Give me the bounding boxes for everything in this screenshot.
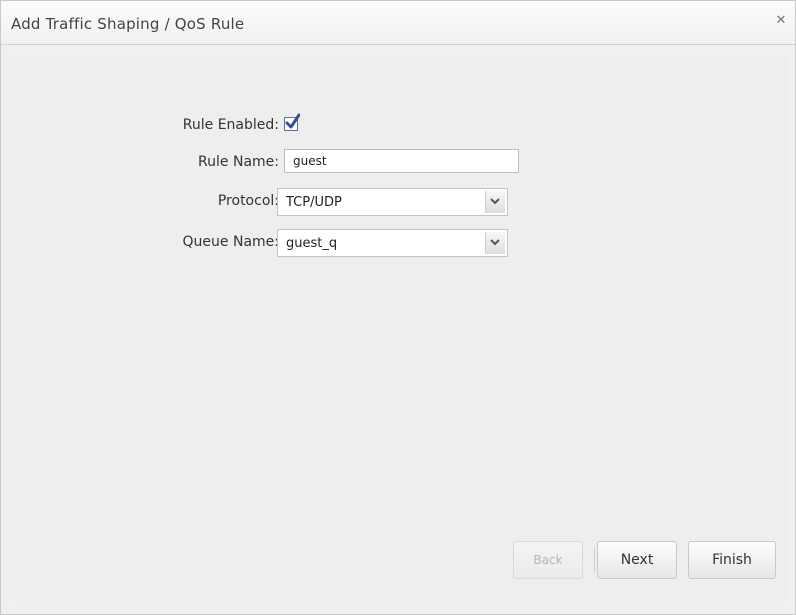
protocol-row: Protocol: TCP/UDP [9, 188, 609, 216]
rule-enabled-checkbox[interactable] [284, 113, 300, 131]
rule-name-input[interactable]: guest [284, 149, 519, 173]
dialog-titlebar: Add Traffic Shaping / QoS Rule ✕ [1, 1, 795, 45]
protocol-select[interactable]: TCP/UDP [277, 188, 508, 216]
rule-name-label: Rule Name: [198, 154, 279, 170]
finish-button[interactable]: Finish [688, 541, 776, 579]
checkmark-icon [285, 113, 300, 129]
queue-name-selected-value: guest_q [286, 236, 338, 251]
back-button[interactable]: Back [513, 541, 583, 579]
rule-enabled-row: Rule Enabled: [9, 112, 609, 138]
close-icon[interactable]: ✕ [773, 13, 789, 29]
queue-name-row: Queue Name: guest_q [9, 229, 609, 257]
chevron-down-icon[interactable] [485, 232, 505, 254]
rule-enabled-label: Rule Enabled: [182, 117, 279, 133]
dialog-title: Add Traffic Shaping / QoS Rule [11, 15, 245, 33]
queue-name-select[interactable]: guest_q [277, 229, 508, 257]
qos-rule-dialog: Add Traffic Shaping / QoS Rule ✕ Rule En… [0, 0, 796, 615]
queue-name-label: Queue Name: [182, 234, 279, 250]
protocol-selected-value: TCP/UDP [286, 195, 342, 210]
next-button[interactable]: Next [597, 541, 677, 579]
chevron-down-icon[interactable] [485, 191, 505, 213]
dialog-content: Rule Enabled: Rule Name: guest Protocol:… [9, 57, 789, 602]
protocol-label: Protocol: [217, 193, 279, 209]
button-separator [594, 547, 595, 573]
rule-name-row: Rule Name: guest [9, 149, 609, 175]
